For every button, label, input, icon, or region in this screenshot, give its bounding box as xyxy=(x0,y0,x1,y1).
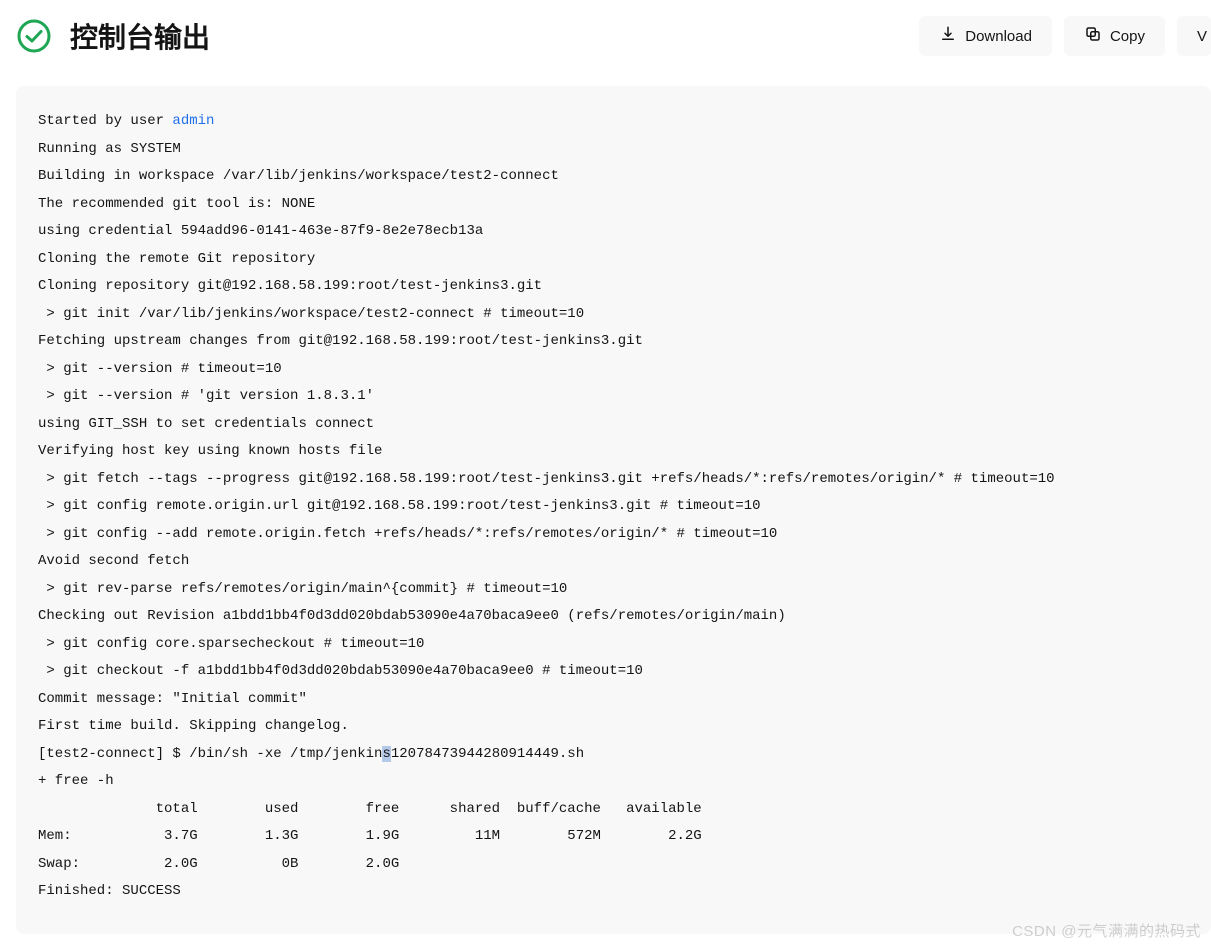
text-selection: s xyxy=(382,746,390,762)
page-header: 控制台输出 Download Copy V xyxy=(16,16,1211,56)
copy-label: Copy xyxy=(1110,28,1145,45)
console-user-link[interactable]: admin xyxy=(172,113,214,129)
third-label: V xyxy=(1197,28,1207,45)
header-actions: Download Copy V xyxy=(919,16,1211,56)
download-button[interactable]: Download xyxy=(919,16,1052,56)
page-title: 控制台输出 xyxy=(70,16,210,56)
success-icon xyxy=(16,18,52,54)
console-output: Started by user admin Running as SYSTEM … xyxy=(16,86,1211,934)
download-icon xyxy=(939,25,957,47)
copy-button[interactable]: Copy xyxy=(1064,16,1165,56)
download-label: Download xyxy=(965,28,1032,45)
copy-icon xyxy=(1084,25,1102,47)
third-button[interactable]: V xyxy=(1177,16,1211,56)
header-left: 控制台输出 xyxy=(16,16,210,56)
